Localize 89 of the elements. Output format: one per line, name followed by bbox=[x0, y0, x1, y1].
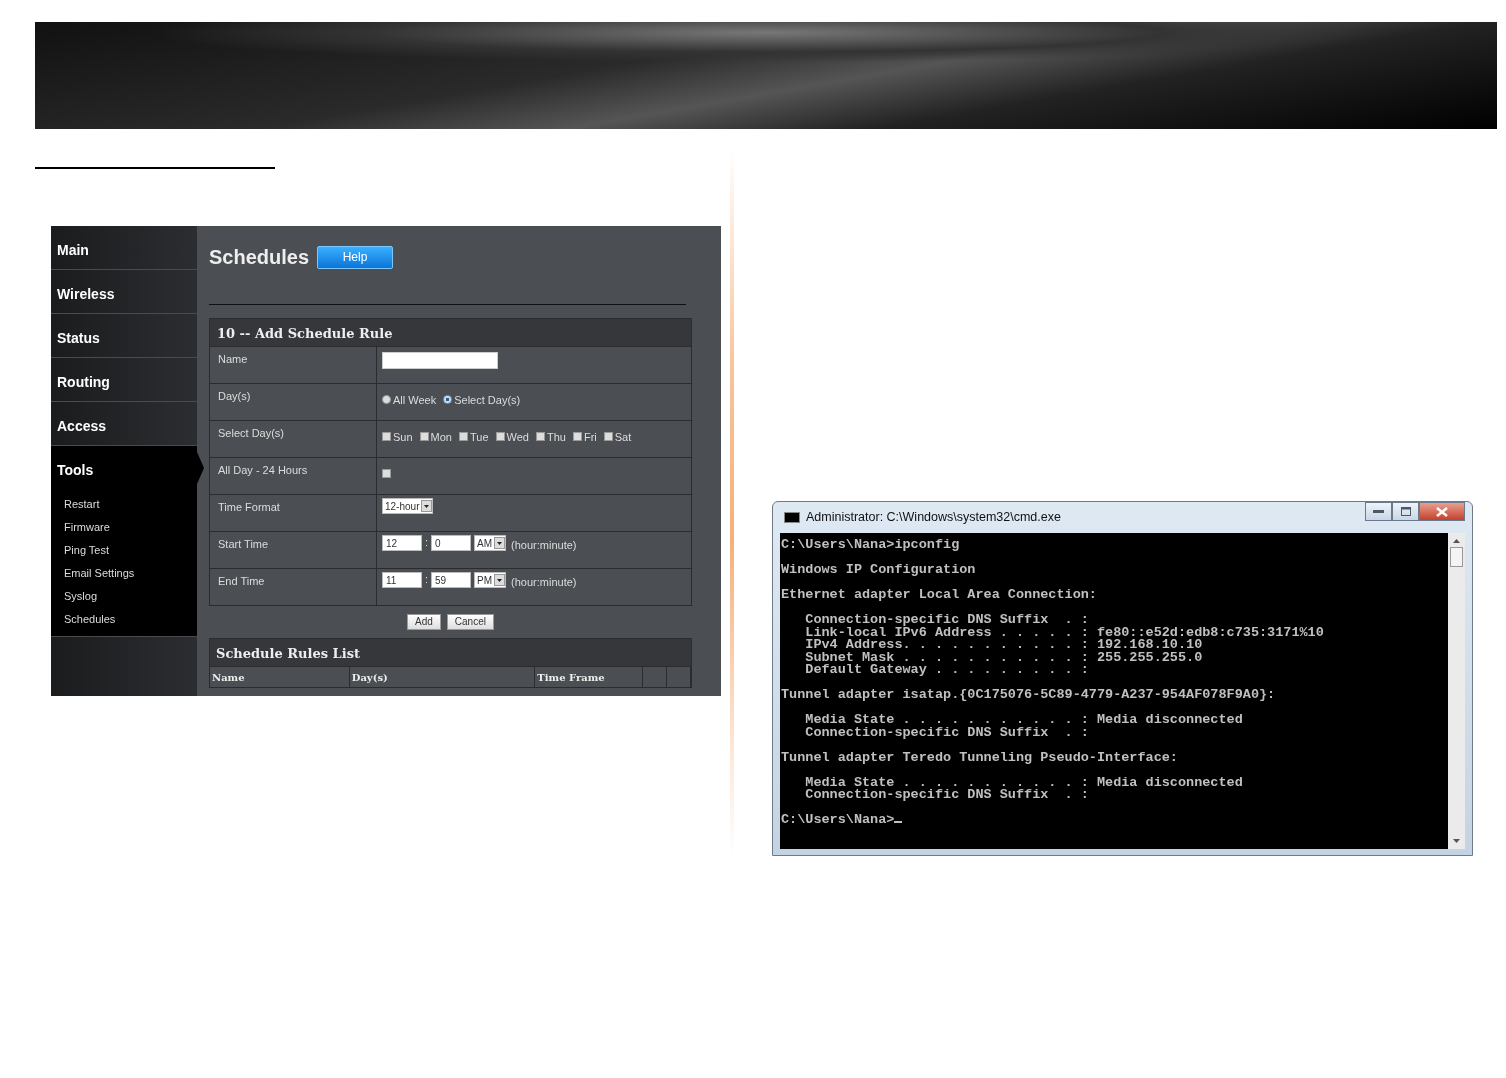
submenu-item[interactable]: Restart bbox=[51, 492, 197, 515]
radio-button[interactable] bbox=[382, 395, 391, 404]
checkbox[interactable] bbox=[382, 432, 391, 441]
console-line: IPv4 Address. . . . . . . . . . . : 192.168.10.10 bbox=[804, 639, 1204, 652]
console-line: Ethernet adapter Local Area Connection: bbox=[781, 589, 1098, 602]
format-hint: (hour:minute) bbox=[511, 575, 577, 590]
am-pm-dropdown[interactable]: PM bbox=[474, 572, 507, 588]
minimize-button[interactable] bbox=[1365, 502, 1392, 521]
submenu-item[interactable]: Firmware bbox=[51, 515, 197, 538]
form-title: 10 -- Add Schedule Rule bbox=[210, 319, 691, 346]
option-label: Select Day(s) bbox=[454, 393, 521, 408]
day-label: Fri bbox=[583, 430, 597, 445]
checkbox[interactable] bbox=[382, 469, 391, 478]
caret-icon bbox=[424, 504, 430, 508]
checkbox[interactable] bbox=[603, 432, 613, 441]
day-label: Mon bbox=[430, 430, 452, 445]
submenu-item[interactable]: Syslog bbox=[51, 584, 197, 607]
text-cursor bbox=[894, 821, 903, 823]
console-line: Windows IP Configuration bbox=[781, 564, 977, 577]
submenu-item[interactable]: Schedules bbox=[51, 607, 197, 630]
column-header: Day(s) bbox=[349, 667, 536, 687]
caret-icon bbox=[497, 541, 503, 545]
console-line: Media State . . . . . . . . . . . : Media disconnected bbox=[804, 776, 1244, 789]
scroll-down-icon[interactable] bbox=[1453, 839, 1460, 843]
console-line: Media State . . . . . . . . . . . : Media disconnected bbox=[804, 714, 1244, 727]
add-button[interactable]: Add bbox=[407, 614, 441, 630]
sidebar-item[interactable]: Routing bbox=[51, 358, 197, 402]
colon-separator: : bbox=[425, 535, 429, 550]
console-line: Tunnel adapter isatap.{0C175076-5C89-4779-A237-954AF078F9A0}: bbox=[781, 689, 1277, 702]
caret-icon bbox=[497, 578, 503, 582]
checkbox[interactable] bbox=[495, 432, 505, 441]
console-line: Default Gateway . . . . . . . . . : bbox=[804, 664, 1090, 677]
field-label: Select Day(s) bbox=[210, 421, 377, 457]
field-label: Time Format bbox=[210, 495, 377, 531]
scroll-up-icon[interactable] bbox=[1453, 539, 1460, 543]
radio-button[interactable] bbox=[443, 395, 453, 404]
console-line: Tunnel adapter Teredo Tunneling Pseudo-Interface: bbox=[781, 751, 1179, 764]
pointer-arrow-icon bbox=[197, 452, 204, 484]
list-title: Schedule Rules List bbox=[210, 639, 691, 666]
sidebar-item[interactable]: Main bbox=[51, 226, 197, 270]
window-title: Administrator: C:\Windows\system32\cmd.exe bbox=[806, 509, 1061, 527]
scrollbar[interactable] bbox=[1448, 533, 1465, 849]
column-header: Time Frame bbox=[535, 667, 644, 687]
console-line: Subnet Mask . . . . . . . . . . . : 255.255.255.0 bbox=[804, 651, 1204, 664]
close-button[interactable] bbox=[1419, 502, 1465, 521]
am-pm-dropdown[interactable]: AM bbox=[474, 535, 507, 551]
sidebar-item[interactable]: Tools bbox=[51, 446, 197, 490]
maximize-button[interactable] bbox=[1392, 502, 1419, 521]
sidebar-item[interactable]: Wireless bbox=[51, 270, 197, 314]
name-field[interactable] bbox=[382, 352, 498, 369]
page-title: Schedules bbox=[209, 245, 310, 270]
console-line: Connection-specific DNS Suffix . : bbox=[804, 789, 1090, 802]
minute-field[interactable]: 0 bbox=[431, 535, 472, 551]
console-icon bbox=[784, 512, 800, 523]
field-label: Day(s) bbox=[210, 384, 377, 420]
day-label: Tue bbox=[470, 430, 489, 445]
maximize-icon bbox=[1400, 507, 1411, 516]
console-line: Link-local IPv6 Address . . . . . : fe80::e52d:edb8:c735:3171%10 bbox=[804, 626, 1325, 639]
console-line: Connection-specific DNS Suffix . : bbox=[804, 614, 1090, 627]
submenu-item[interactable]: Email Settings bbox=[51, 561, 197, 584]
checkbox[interactable] bbox=[535, 432, 545, 441]
time-format-dropdown[interactable]: 12-hour bbox=[382, 498, 434, 514]
field-label: Name bbox=[210, 347, 377, 383]
column-header: Name bbox=[210, 667, 350, 687]
submenu-item[interactable]: Ping Test bbox=[51, 538, 197, 561]
minute-field[interactable]: 59 bbox=[431, 572, 472, 588]
day-label: Thu bbox=[546, 430, 566, 445]
checkbox[interactable] bbox=[419, 432, 429, 441]
day-label: Wed bbox=[506, 430, 529, 445]
console-prompt: C:\Users\Nana> bbox=[781, 812, 895, 827]
checkbox[interactable] bbox=[572, 432, 582, 441]
console-line: C:\Users\Nana>ipconfig bbox=[781, 539, 961, 552]
option-label: All Week bbox=[393, 393, 437, 408]
day-label: Sat bbox=[614, 430, 632, 445]
field-label: All Day - 24 Hours bbox=[210, 458, 377, 494]
minimize-icon bbox=[1373, 509, 1384, 514]
field-label: End Time bbox=[210, 569, 377, 605]
cancel-button[interactable]: Cancel bbox=[446, 614, 494, 630]
sidebar-item[interactable]: Status bbox=[51, 314, 197, 358]
close-icon bbox=[1436, 506, 1448, 517]
colon-separator: : bbox=[425, 572, 429, 587]
hour-field[interactable]: 11 bbox=[382, 572, 422, 588]
checkbox[interactable] bbox=[459, 432, 468, 441]
hour-field[interactable]: 12 bbox=[382, 535, 422, 551]
scroll-thumb[interactable] bbox=[1450, 547, 1463, 567]
console-line: Connection-specific DNS Suffix . : bbox=[804, 726, 1090, 739]
format-hint: (hour:minute) bbox=[511, 538, 577, 553]
day-label: Sun bbox=[393, 430, 413, 445]
field-label: Start Time bbox=[210, 532, 377, 568]
